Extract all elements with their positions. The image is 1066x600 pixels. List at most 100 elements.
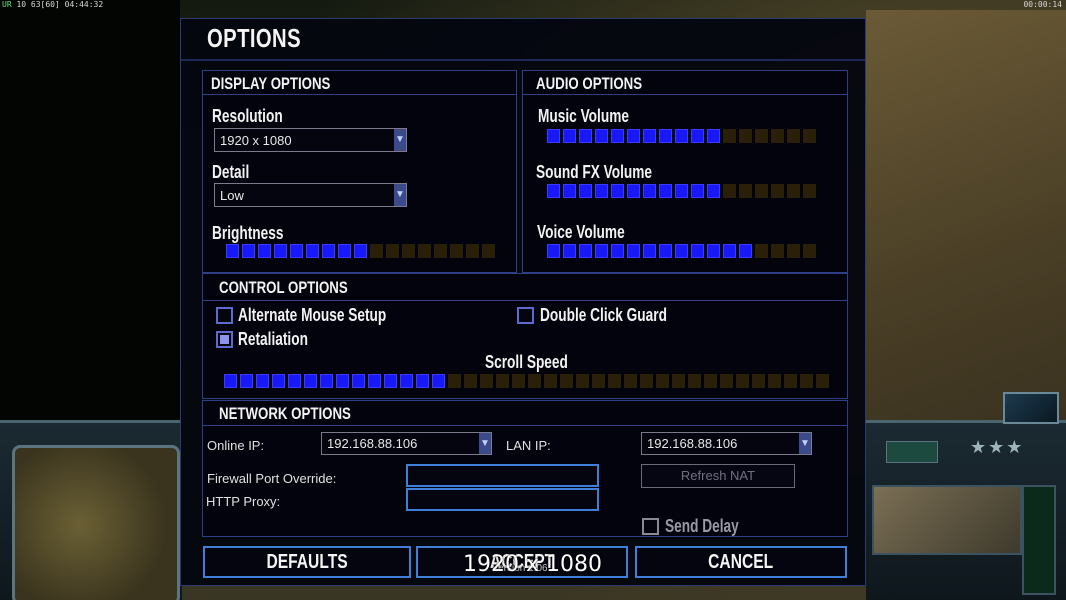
meter-segment[interactable]: [755, 184, 768, 198]
meter-segment[interactable]: [496, 374, 509, 388]
meter-segment[interactable]: [547, 244, 560, 258]
meter-segment[interactable]: [723, 244, 736, 258]
meter-segment[interactable]: [675, 244, 688, 258]
meter-segment[interactable]: [739, 244, 752, 258]
rank-stars-icon[interactable]: ★★★: [970, 437, 1028, 465]
meter-segment[interactable]: [384, 374, 397, 388]
brightness-slider[interactable]: [226, 244, 495, 258]
chevron-down-icon[interactable]: ▼: [394, 129, 406, 151]
meter-segment[interactable]: [755, 244, 768, 258]
meter-segment[interactable]: [720, 374, 733, 388]
cancel-button[interactable]: CANCEL: [635, 546, 847, 578]
meter-segment[interactable]: [643, 129, 656, 143]
meter-segment[interactable]: [659, 244, 672, 258]
send-delay-label[interactable]: Send Delay: [665, 516, 739, 537]
meter-segment[interactable]: [258, 244, 271, 258]
meter-segment[interactable]: [739, 129, 752, 143]
meter-segment[interactable]: [306, 244, 319, 258]
meter-segment[interactable]: [787, 129, 800, 143]
meter-segment[interactable]: [595, 129, 608, 143]
meter-segment[interactable]: [386, 244, 399, 258]
http-proxy-input[interactable]: [406, 488, 599, 511]
meter-segment[interactable]: [368, 374, 381, 388]
meter-segment[interactable]: [288, 374, 301, 388]
meter-segment[interactable]: [547, 129, 560, 143]
meter-segment[interactable]: [432, 374, 445, 388]
chevron-down-icon[interactable]: ▼: [799, 433, 811, 454]
meter-segment[interactable]: [256, 374, 269, 388]
meter-segment[interactable]: [512, 374, 525, 388]
music-volume-slider[interactable]: [547, 129, 816, 143]
meter-segment[interactable]: [816, 374, 829, 388]
meter-segment[interactable]: [320, 374, 333, 388]
online-ip-dropdown[interactable]: 192.168.88.106 ▼: [321, 432, 492, 455]
meter-segment[interactable]: [402, 244, 415, 258]
meter-segment[interactable]: [579, 129, 592, 143]
meter-segment[interactable]: [675, 184, 688, 198]
meter-segment[interactable]: [627, 129, 640, 143]
send-delay-checkbox[interactable]: [642, 518, 659, 535]
firewall-port-input[interactable]: [406, 464, 599, 487]
detail-dropdown[interactable]: Low ▼: [214, 183, 407, 207]
meter-segment[interactable]: [595, 244, 608, 258]
meter-segment[interactable]: [739, 184, 752, 198]
meter-segment[interactable]: [242, 244, 255, 258]
meter-segment[interactable]: [352, 374, 365, 388]
meter-segment[interactable]: [611, 244, 624, 258]
meter-segment[interactable]: [803, 129, 816, 143]
meter-segment[interactable]: [611, 184, 624, 198]
meter-segment[interactable]: [400, 374, 413, 388]
meter-segment[interactable]: [723, 129, 736, 143]
meter-segment[interactable]: [691, 244, 704, 258]
meter-segment[interactable]: [272, 374, 285, 388]
meter-segment[interactable]: [784, 374, 797, 388]
meter-segment[interactable]: [304, 374, 317, 388]
meter-segment[interactable]: [322, 244, 335, 258]
meter-segment[interactable]: [544, 374, 557, 388]
meter-segment[interactable]: [290, 244, 303, 258]
meter-segment[interactable]: [595, 184, 608, 198]
meter-segment[interactable]: [736, 374, 749, 388]
meter-segment[interactable]: [482, 244, 495, 258]
meter-segment[interactable]: [611, 129, 624, 143]
resolution-dropdown[interactable]: 1920 x 1080 ▼: [214, 128, 407, 152]
meter-segment[interactable]: [480, 374, 493, 388]
defaults-button[interactable]: DEFAULTS: [203, 546, 411, 578]
meter-segment[interactable]: [563, 129, 576, 143]
meter-segment[interactable]: [338, 244, 351, 258]
meter-segment[interactable]: [672, 374, 685, 388]
meter-segment[interactable]: [627, 184, 640, 198]
meter-segment[interactable]: [240, 374, 253, 388]
refresh-nat-button[interactable]: Refresh NAT: [641, 464, 795, 488]
meter-segment[interactable]: [608, 374, 621, 388]
meter-segment[interactable]: [576, 374, 589, 388]
chevron-down-icon[interactable]: ▼: [394, 184, 406, 206]
unit-portrait-tile[interactable]: [872, 485, 1022, 555]
meter-segment[interactable]: [771, 184, 784, 198]
meter-segment[interactable]: [643, 184, 656, 198]
meter-segment[interactable]: [354, 244, 367, 258]
meter-segment[interactable]: [643, 244, 656, 258]
meter-segment[interactable]: [787, 184, 800, 198]
general-portrait-icon[interactable]: [1003, 392, 1059, 424]
radar-minimap[interactable]: [12, 445, 180, 600]
meter-segment[interactable]: [434, 244, 447, 258]
meter-segment[interactable]: [768, 374, 781, 388]
meter-segment[interactable]: [416, 374, 429, 388]
meter-segment[interactable]: [624, 374, 637, 388]
meter-segment[interactable]: [688, 374, 701, 388]
meter-segment[interactable]: [675, 129, 688, 143]
meter-segment[interactable]: [450, 244, 463, 258]
alternate-mouse-checkbox[interactable]: [216, 307, 233, 324]
retaliation-checkbox[interactable]: [216, 331, 233, 348]
alternate-mouse-label[interactable]: Alternate Mouse Setup: [238, 305, 386, 326]
meter-segment[interactable]: [528, 374, 541, 388]
meter-segment[interactable]: [226, 244, 239, 258]
double-click-guard-checkbox[interactable]: [517, 307, 534, 324]
meter-segment[interactable]: [723, 184, 736, 198]
chevron-down-icon[interactable]: ▼: [479, 433, 491, 454]
lan-ip-dropdown[interactable]: 192.168.88.106 ▼: [641, 432, 812, 455]
scroll-arrow-button[interactable]: [886, 441, 938, 463]
meter-segment[interactable]: [656, 374, 669, 388]
meter-segment[interactable]: [274, 244, 287, 258]
